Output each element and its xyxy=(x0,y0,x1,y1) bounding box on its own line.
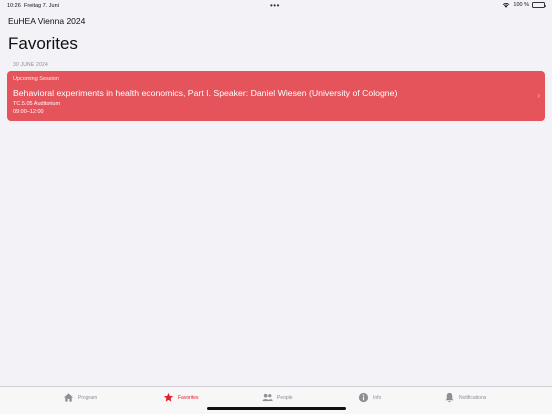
session-title: Behavioral experiments in health economi… xyxy=(13,88,398,98)
session-time: 09:00–12:00 xyxy=(13,109,44,115)
tab-program[interactable]: Program xyxy=(63,392,97,403)
tab-label: Program xyxy=(78,394,98,401)
session-room: TC.5.05 Auditorium xyxy=(13,101,61,107)
star-icon xyxy=(163,392,174,402)
tab-notifications[interactable]: Notifications xyxy=(444,392,486,403)
battery-icon xyxy=(532,2,546,8)
tab-label: Info xyxy=(373,394,382,401)
status-date: Freitag 7. Juni xyxy=(24,3,59,9)
chevron-right-icon: › xyxy=(537,91,540,100)
page-title: Favorites xyxy=(8,34,78,53)
tab-label: People xyxy=(277,394,293,401)
status-right: 100 % xyxy=(502,2,546,8)
multitasking-dots-icon[interactable]: ••• xyxy=(270,1,280,10)
tab-label: Favorites xyxy=(178,394,199,401)
status-time: 10:26 xyxy=(7,3,21,9)
home-icon xyxy=(63,393,74,402)
home-indicator[interactable] xyxy=(207,407,346,410)
app-title: EuHEA Vienna 2024 xyxy=(8,16,86,26)
session-card[interactable]: Upcoming Session Behavioral experiments … xyxy=(7,71,545,121)
tab-label: Notifications xyxy=(459,394,487,401)
tab-favorites[interactable]: Favorites xyxy=(163,392,199,403)
wifi-icon xyxy=(503,2,510,8)
people-icon xyxy=(262,393,273,402)
info-icon xyxy=(358,392,369,403)
bell-icon xyxy=(445,392,454,403)
section-date-header: 30 JUNE 2024 xyxy=(13,62,48,68)
tab-people[interactable]: People xyxy=(262,392,293,403)
battery-percent: 100 % xyxy=(513,2,529,8)
status-bar: 10:26 Freitag 7. Juni ••• 100 % xyxy=(0,0,552,12)
tab-info[interactable]: Info xyxy=(358,392,381,403)
session-status: Upcoming Session xyxy=(13,76,59,82)
